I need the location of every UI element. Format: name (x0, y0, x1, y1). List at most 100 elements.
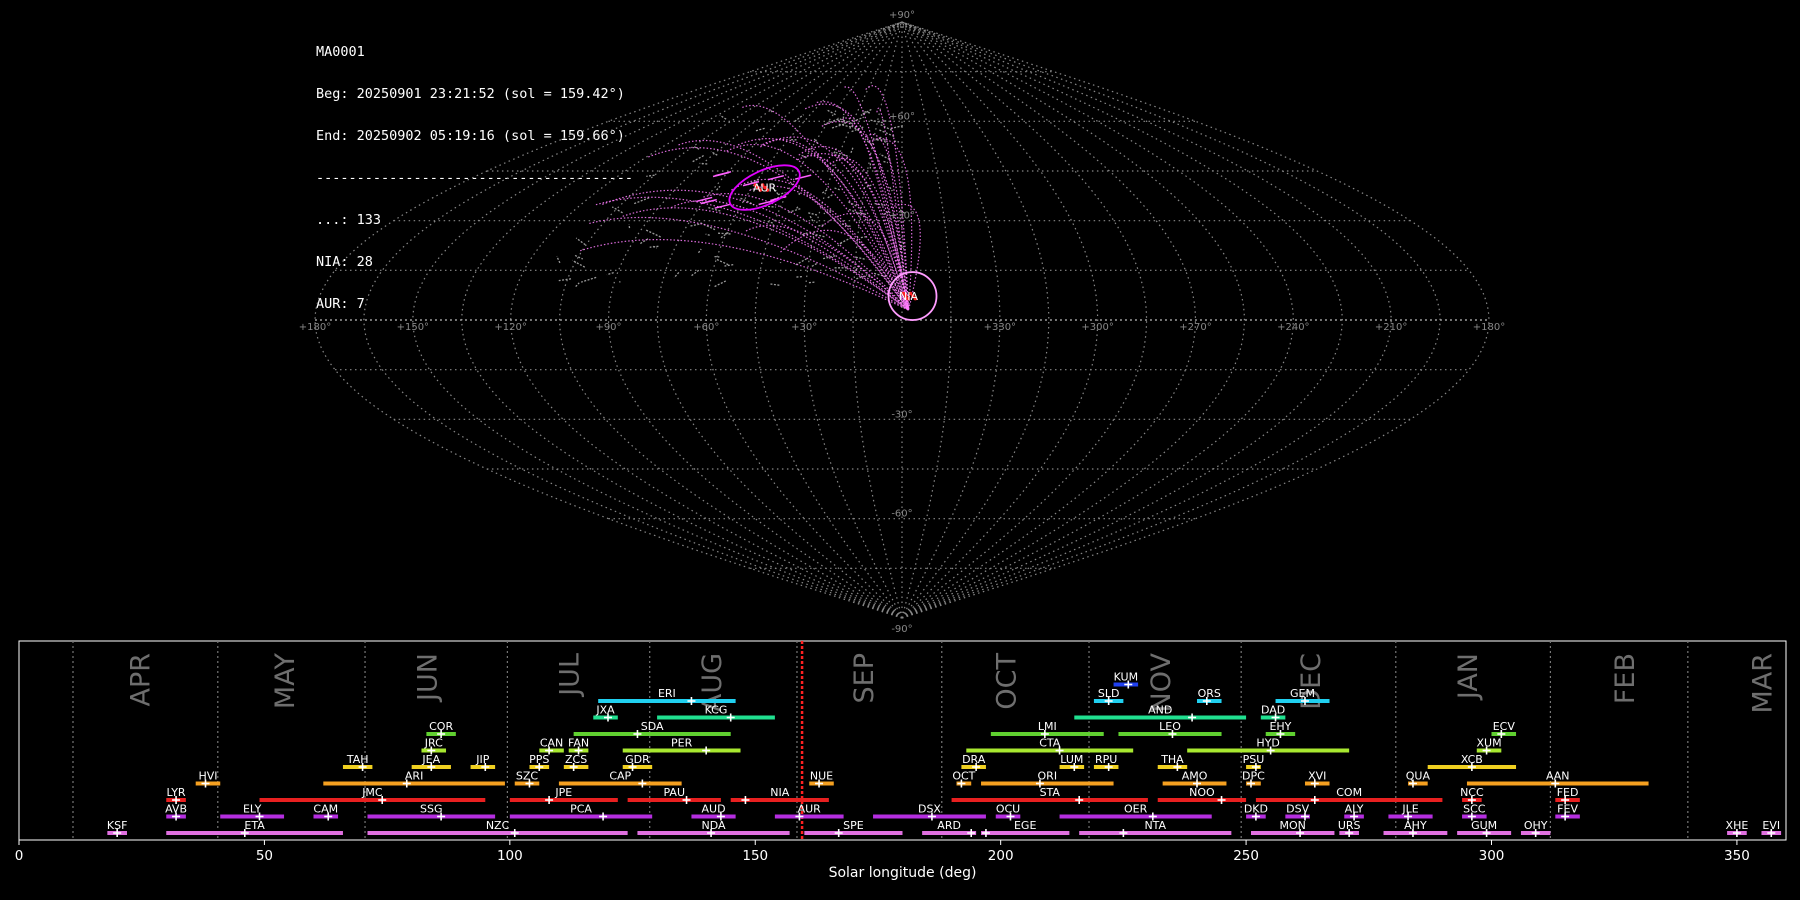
shower-jxa: JXA (593, 704, 618, 722)
shower-label: NZC (486, 819, 510, 832)
shower-bar (1113, 682, 1139, 687)
shower-label: MON (1280, 819, 1306, 832)
shower-label: XUM (1477, 737, 1502, 750)
shower-can: CAN (539, 737, 564, 755)
sporadic-meteor (581, 276, 597, 283)
shower-oct: OCT (952, 770, 976, 788)
shower-sta: STA (951, 786, 1148, 804)
shower-label: ORS (1198, 687, 1221, 700)
shower-bar (922, 831, 977, 835)
shower-aan: AAN (1466, 770, 1649, 788)
shower-amo: AMO (1162, 770, 1227, 788)
shower-bar (1197, 699, 1222, 703)
shower-cam: CAM (313, 803, 338, 821)
shower-ege: EGE (981, 819, 1070, 837)
shower-leo: LEO (1118, 720, 1222, 738)
shower-bar (426, 732, 456, 736)
shower-label: EVI (1762, 819, 1780, 832)
month-label: JUN (412, 653, 443, 703)
shower-bar (1285, 814, 1310, 819)
shower-pca: PCA (509, 803, 653, 821)
sporadic-meteor (705, 233, 710, 236)
sporadic-meteor (827, 193, 834, 199)
shower-cap: CAP (558, 770, 682, 788)
shower-bar (1250, 831, 1335, 835)
shower-label: SCC (1463, 803, 1486, 816)
shower-xum: XUM (1477, 737, 1502, 755)
lat-label: +60° (889, 111, 915, 122)
shower-label: ARD (937, 819, 961, 832)
nia-meteor-trail (589, 216, 909, 311)
shower-label: HYD (1256, 737, 1279, 750)
shower-bar (1074, 715, 1247, 720)
shower-pps: PPS (529, 753, 549, 771)
month-label: SEP (849, 653, 880, 703)
lat-label: +30° (889, 211, 915, 222)
lat-label: -30° (891, 409, 912, 420)
sporadic-meteor (811, 263, 817, 268)
shower-kcg: KCG (657, 704, 775, 722)
sporadic-meteor (767, 220, 773, 224)
shower-bar (107, 831, 127, 835)
shower-bar (563, 765, 589, 769)
shower-ard: ARD (922, 819, 977, 837)
lon-label: +210° (1375, 322, 1407, 333)
shower-label: OER (1124, 803, 1148, 816)
lat-label: -90° (891, 624, 912, 635)
shower-bar (1462, 798, 1482, 802)
shower-label: PSU (1243, 753, 1265, 766)
shower-bar (1118, 732, 1222, 736)
shower-ori: ORI (981, 770, 1114, 788)
shower-bar (1408, 781, 1428, 786)
shower-bar (1079, 831, 1232, 835)
sporadic-meteor (645, 229, 662, 238)
shower-cor: COR (426, 720, 456, 738)
shower-label: NIA (770, 786, 789, 799)
shower-kum: KUM (1113, 671, 1139, 689)
shower-bar (1462, 814, 1487, 819)
shower-bar (1187, 748, 1350, 753)
x-tick-label: 150 (742, 848, 768, 864)
shower-bar (1093, 765, 1119, 769)
sporadic-meteor (556, 255, 561, 264)
lon-label: +180° (1473, 322, 1505, 333)
shower-bar (539, 748, 564, 753)
shower-bar (593, 715, 618, 720)
shower-label: DSV (1286, 803, 1309, 816)
sporadic-meteor (710, 150, 718, 156)
shower-bar (1761, 831, 1782, 835)
sporadic-meteor (575, 237, 586, 246)
shower-bar (966, 748, 1134, 753)
shower-ari: ARI (323, 770, 505, 788)
radiant-label-aur: AUR (753, 182, 777, 195)
x-tick-label: 300 (1479, 848, 1505, 864)
shower-jmc: JMC (259, 786, 486, 804)
shower-bar (1491, 732, 1517, 736)
month-label: FEB (1610, 653, 1641, 704)
nia-meteor-trail (622, 207, 909, 311)
shower-label: DKD (1244, 803, 1268, 816)
shower-label: LUM (1060, 753, 1083, 766)
sporadic-meteor (653, 245, 658, 249)
shower-bar (342, 765, 373, 769)
shower-bar (804, 831, 903, 835)
shower-bar (956, 781, 972, 786)
shower-label: XHE (1726, 819, 1749, 832)
sporadic-meteor (673, 272, 680, 279)
sporadic-meteor (699, 222, 716, 231)
shower-label: FED (1557, 786, 1579, 799)
shower-label: DRA (962, 753, 986, 766)
shower-bar (1059, 814, 1212, 819)
shower-dsx: DSX (873, 803, 986, 821)
shower-label: ECV (1493, 720, 1516, 733)
shower-bar (1162, 781, 1227, 786)
shower-label: ALY (1345, 803, 1364, 816)
shower-bar (313, 814, 339, 819)
shower-label: HVI (198, 770, 217, 783)
sporadic-meteor (809, 232, 825, 238)
month-label: DEC (1296, 653, 1327, 710)
shower-eri: ERI (598, 687, 736, 705)
shower-bar (195, 781, 221, 786)
sporadic-meteor (834, 187, 841, 191)
sporadic-meteor (699, 162, 708, 165)
